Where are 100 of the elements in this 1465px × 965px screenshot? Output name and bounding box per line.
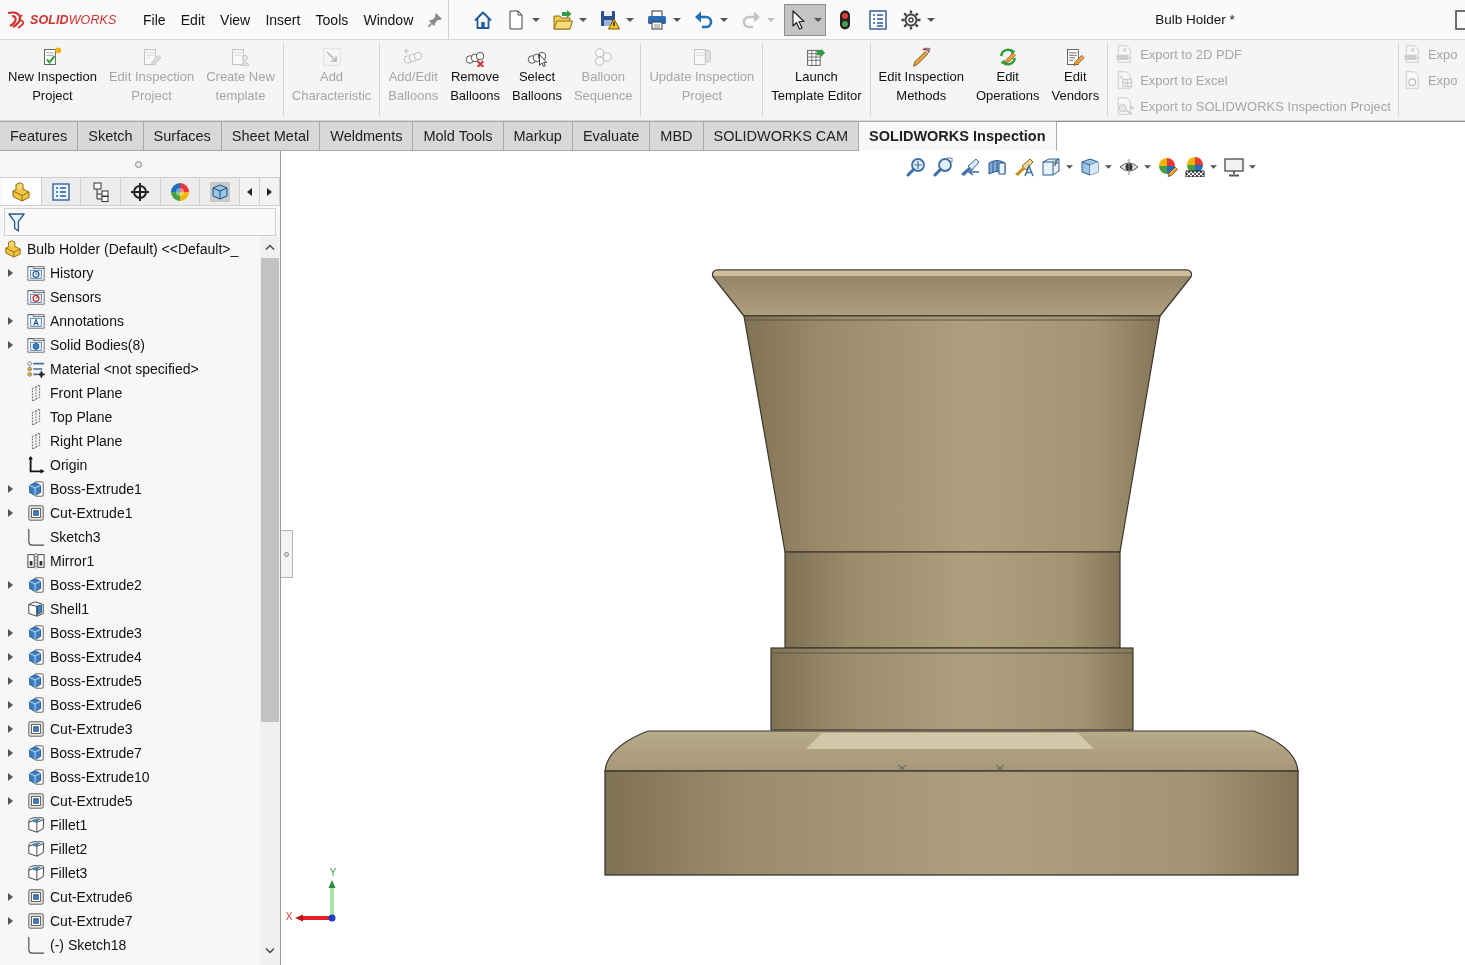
- select-button[interactable]: [783, 3, 826, 36]
- tree-item[interactable]: Cut-Extrude6: [50, 889, 133, 905]
- ribbon-tab[interactable]: Sheet Metal: [221, 121, 321, 151]
- menu-item[interactable]: Edit: [173, 5, 213, 34]
- tree-item[interactable]: Boss-Extrude6: [50, 697, 142, 713]
- ribbon-tab[interactable]: Features: [0, 121, 79, 151]
- property-list-icon: [51, 181, 72, 202]
- scrollbar-thumb[interactable]: [261, 258, 279, 722]
- tree-item[interactable]: Bulb Holder (Default) <<Default>_: [27, 241, 239, 257]
- tree-item[interactable]: Material <not specified>: [50, 361, 199, 377]
- color-sphere-scene-icon: [1185, 157, 1205, 177]
- printer-icon: [646, 9, 667, 30]
- panel-tab[interactable]: [81, 178, 122, 205]
- previous-view-icon: [960, 157, 980, 177]
- tree-item[interactable]: Boss-Extrude4: [50, 649, 142, 665]
- bodies-folder-icon: [27, 336, 45, 354]
- tree-item[interactable]: History: [50, 265, 94, 281]
- ribbon-button[interactable]: Select Balloons: [506, 40, 568, 120]
- tree-item[interactable]: Boss-Extrude2: [50, 577, 142, 593]
- expand-arrow-icon[interactable]: [8, 893, 13, 901]
- tree-item[interactable]: Right Plane: [50, 433, 123, 449]
- expand-arrow-icon[interactable]: [8, 485, 13, 493]
- ribbon-button[interactable]: Remove Balloons: [444, 40, 507, 120]
- tree-item[interactable]: Cut-Extrude5: [50, 793, 133, 809]
- filter-field[interactable]: [4, 208, 276, 236]
- tree-item[interactable]: Front Plane: [50, 385, 123, 401]
- ribbon-button[interactable]: Edit Operations: [969, 40, 1046, 120]
- floppy-warning-icon: [599, 9, 620, 30]
- tree-item[interactable]: Fillet2: [50, 841, 88, 857]
- tree-item[interactable]: Sketch3: [50, 529, 101, 545]
- tree-item[interactable]: Shell1: [50, 601, 89, 617]
- cut-extrude-icon: [27, 792, 45, 810]
- expand-arrow-icon[interactable]: [8, 749, 13, 757]
- ribbon-tab[interactable]: SOLIDWORKS CAM: [703, 121, 860, 151]
- apply-scene-button[interactable]: [1182, 155, 1220, 179]
- tree-item[interactable]: Cut-Extrude1: [50, 505, 133, 521]
- expand-arrow-icon[interactable]: [8, 317, 13, 325]
- menu-item[interactable]: Window: [355, 5, 421, 34]
- menu-item[interactable]: Insert: [257, 5, 308, 34]
- ribbon-tab[interactable]: Sketch: [78, 121, 144, 151]
- tree-item[interactable]: Sensors: [50, 289, 102, 305]
- expand-arrow-icon[interactable]: [8, 269, 13, 277]
- panel-tab[interactable]: [121, 178, 161, 205]
- expand-arrow-icon[interactable]: [8, 629, 13, 637]
- pin-icon[interactable]: [427, 12, 442, 27]
- window-frame-icon[interactable]: [1455, 9, 1465, 30]
- tree-item[interactable]: Mirror1: [50, 553, 95, 569]
- ribbon-tab[interactable]: SOLIDWORKS Inspection: [859, 121, 1057, 151]
- ribbon-tab[interactable]: Evaluate: [572, 121, 651, 151]
- cut-extrude-icon: [27, 720, 45, 738]
- tree-item[interactable]: Boss-Extrude1: [50, 481, 142, 497]
- expand-arrow-icon[interactable]: [8, 773, 13, 781]
- ribbon-tab[interactable]: Surfaces: [143, 121, 222, 151]
- ribbon-button[interactable]: New Inspection Project: [2, 40, 103, 120]
- ribbon-button[interactable]: Launch Template Editor: [765, 40, 868, 120]
- tree-item[interactable]: Boss-Extrude10: [50, 769, 150, 785]
- expand-arrow-icon[interactable]: [8, 653, 13, 661]
- menu-item[interactable]: File: [135, 5, 174, 34]
- expand-arrow-icon[interactable]: [8, 509, 13, 517]
- scroll-right-button[interactable]: [260, 178, 280, 205]
- panel-splitter-handle[interactable]: [281, 530, 293, 578]
- ribbon-tab[interactable]: Weldments: [320, 121, 414, 151]
- shaded-box-icon: [1080, 157, 1100, 177]
- tree-item[interactable]: Boss-Extrude5: [50, 673, 142, 689]
- tree-item[interactable]: (-) Sketch18: [50, 937, 127, 953]
- tree-item[interactable]: Annotations: [50, 313, 124, 329]
- view-settings-button[interactable]: [1221, 155, 1259, 179]
- tree-item[interactable]: Origin: [50, 457, 88, 473]
- expand-arrow-icon[interactable]: [8, 677, 13, 685]
- tree-item[interactable]: Fillet1: [50, 817, 88, 833]
- ribbon-button[interactable]: Edit Inspection Methods: [872, 40, 970, 120]
- document-pencil-icon: [1065, 47, 1086, 67]
- triangle-right-icon: [267, 187, 272, 196]
- triangle-left-icon: [247, 187, 253, 196]
- expand-arrow-icon[interactable]: [8, 917, 13, 925]
- tree-item[interactable]: Boss-Extrude3: [50, 625, 142, 641]
- ribbon-tab[interactable]: Markup: [503, 121, 573, 151]
- tree-item[interactable]: Boss-Extrude7: [50, 745, 142, 761]
- expand-arrow-icon[interactable]: [8, 725, 13, 733]
- tree-item[interactable]: Top Plane: [50, 409, 113, 425]
- ribbon-button[interactable]: Edit Vendors: [1045, 40, 1106, 120]
- scroll-left-button[interactable]: [240, 178, 261, 205]
- expand-arrow-icon[interactable]: [8, 701, 13, 709]
- tree-item[interactable]: Cut-Extrude7: [50, 913, 133, 929]
- ribbon-tab[interactable]: Mold Tools: [413, 121, 504, 151]
- tree-item[interactable]: Fillet3: [50, 865, 88, 881]
- grip-dot-icon[interactable]: [134, 160, 142, 168]
- history-folder-icon: [27, 264, 45, 282]
- sketch-icon: [27, 528, 45, 546]
- expand-arrow-icon[interactable]: [8, 341, 13, 349]
- tree-item[interactable]: Solid Bodies(8): [50, 337, 145, 353]
- tree-item[interactable]: Cut-Extrude3: [50, 721, 133, 737]
- expand-arrow-icon[interactable]: [8, 797, 13, 805]
- document-bar-icon: [691, 47, 712, 67]
- pdf-document-icon: [1403, 45, 1422, 63]
- eye-icon: [1119, 157, 1139, 177]
- menu-item[interactable]: View: [212, 5, 258, 34]
- expand-arrow-icon[interactable]: [8, 581, 13, 589]
- ribbon-tab[interactable]: MBD: [650, 121, 704, 151]
- menu-item[interactable]: Tools: [308, 5, 356, 34]
